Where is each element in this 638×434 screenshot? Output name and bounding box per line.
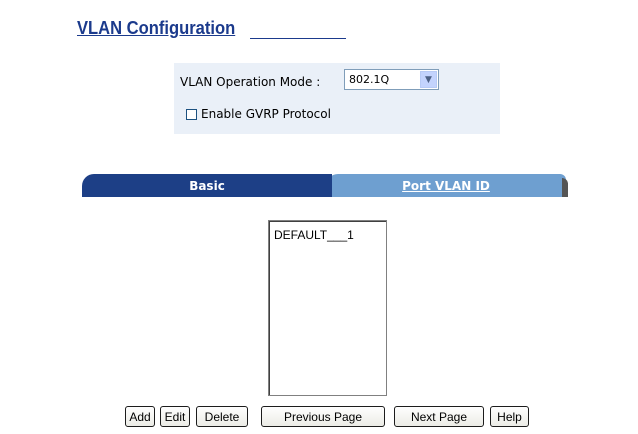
vlan-mode-panel: VLAN Operation Mode : 802.1Q ▼ Enable GV… xyxy=(174,63,500,134)
help-button[interactable]: Help xyxy=(490,406,529,427)
vlan-operation-mode-label: VLAN Operation Mode : xyxy=(180,75,321,89)
page-title: VLAN Configuration xyxy=(77,18,236,38)
delete-button[interactable]: Delete xyxy=(196,406,248,427)
enable-gvrp-checkbox[interactable] xyxy=(186,108,197,120)
tab-port-vlan-id-label: Port VLAN ID xyxy=(402,178,490,193)
tab-port-vlan-id[interactable]: Port VLAN ID xyxy=(326,174,566,197)
chevron-down-icon[interactable]: ▼ xyxy=(420,71,437,88)
title-underline-rule xyxy=(250,38,346,39)
tab-basic[interactable]: Basic xyxy=(82,174,332,197)
button-row: Add Edit Delete Previous Page Next Page … xyxy=(0,406,638,428)
previous-page-button[interactable]: Previous Page xyxy=(261,406,385,427)
tab-bar: Port VLAN ID Basic xyxy=(82,174,568,198)
vlan-listbox[interactable]: DEFAULT___1 xyxy=(268,220,387,396)
next-page-button[interactable]: Next Page xyxy=(394,406,484,427)
add-button[interactable]: Add xyxy=(125,406,155,427)
tab-edge-shadow xyxy=(562,178,568,197)
tab-basic-label: Basic xyxy=(189,178,225,193)
list-item[interactable]: DEFAULT___1 xyxy=(274,228,354,242)
edit-button[interactable]: Edit xyxy=(160,406,190,427)
enable-gvrp-label: Enable GVRP Protocol xyxy=(201,107,331,121)
gvrp-row: Enable GVRP Protocol xyxy=(186,107,331,121)
vlan-operation-mode-value: 802.1Q xyxy=(349,73,390,86)
vlan-operation-mode-select[interactable]: 802.1Q ▼ xyxy=(344,69,439,90)
